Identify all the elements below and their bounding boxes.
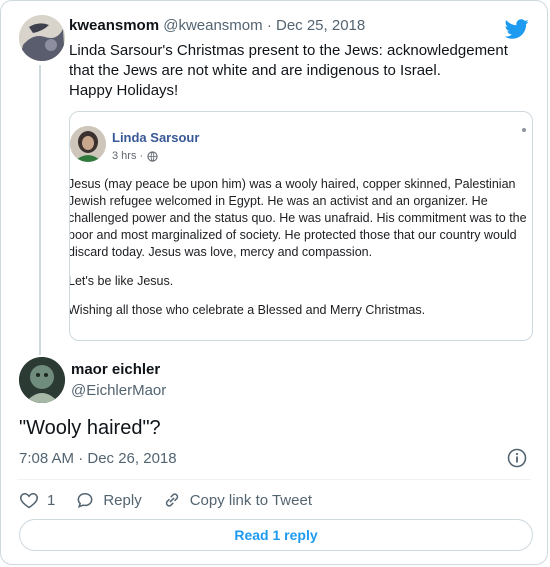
reply-text: "Wooly haired"? bbox=[19, 417, 161, 439]
reply-bubble-icon bbox=[77, 492, 93, 508]
fb-more-dot bbox=[522, 128, 526, 132]
fb-post-body: Jesus (may peace be upon him) was a wool… bbox=[69, 176, 528, 331]
heart-icon bbox=[20, 492, 38, 509]
tweet-date[interactable]: Dec 25, 2018 bbox=[276, 17, 365, 34]
avatar-eichlermaor[interactable] bbox=[19, 357, 65, 403]
tweet-text-line: Happy Holidays! bbox=[69, 82, 179, 99]
reply-display-name[interactable]: maor eichler bbox=[71, 361, 160, 378]
embedded-facebook-post[interactable]: Linda Sarsour 3 hrs · Jesus (may peace b… bbox=[69, 111, 533, 341]
divider bbox=[17, 479, 531, 480]
fb-paragraph: Jesus (may peace be upon him) was a wool… bbox=[69, 177, 527, 259]
author-display-name[interactable]: kweansmom bbox=[69, 17, 159, 34]
tweet-text: Linda Sarsour's Christmas present to the… bbox=[69, 41, 529, 101]
tweet-text-line: that the Jews are not white and are indi… bbox=[69, 62, 441, 79]
reply-timestamp[interactable]: 7:08 AM · Dec 26, 2018 bbox=[19, 450, 177, 467]
tweet-text-line: Linda Sarsour's Christmas present to the… bbox=[69, 42, 508, 59]
link-icon bbox=[165, 493, 178, 507]
reply-handle[interactable]: @EichlerMaor bbox=[71, 382, 166, 399]
fb-paragraph: Wishing all those who celebrate a Blesse… bbox=[69, 303, 426, 317]
like-button[interactable]: 1 bbox=[19, 490, 55, 510]
fb-post-meta: 3 hrs · bbox=[112, 150, 158, 162]
globe-icon bbox=[147, 150, 158, 162]
tweet-card: kweansmom @kweansmom · Dec 25, 2018 Lind… bbox=[0, 0, 548, 565]
reply-button[interactable]: Reply bbox=[75, 490, 142, 510]
twitter-bird-icon[interactable] bbox=[505, 17, 529, 41]
read-replies-button[interactable]: Read 1 reply bbox=[19, 519, 533, 551]
copy-link-button[interactable]: Copy link to Tweet bbox=[162, 490, 312, 510]
like-count: 1 bbox=[47, 491, 56, 509]
reply-label: Reply bbox=[103, 491, 142, 509]
avatar-kweansmom[interactable] bbox=[19, 15, 65, 61]
header-separator: · bbox=[266, 17, 276, 34]
fb-paragraph: Let's be like Jesus. bbox=[69, 274, 174, 288]
copy-link-label: Copy link to Tweet bbox=[189, 491, 312, 509]
author-handle[interactable]: @kweansmom bbox=[163, 17, 262, 34]
thread-line bbox=[39, 65, 41, 355]
fb-post-time: 3 hrs · bbox=[112, 150, 144, 162]
fb-author-avatar bbox=[70, 126, 106, 162]
fb-author-name: Linda Sarsour bbox=[112, 130, 200, 145]
action-bar: 1 Reply Copy link to Tweet bbox=[19, 489, 332, 511]
info-icon[interactable] bbox=[507, 448, 527, 468]
tweet-header: kweansmom @kweansmom · Dec 25, 2018 bbox=[69, 17, 365, 34]
